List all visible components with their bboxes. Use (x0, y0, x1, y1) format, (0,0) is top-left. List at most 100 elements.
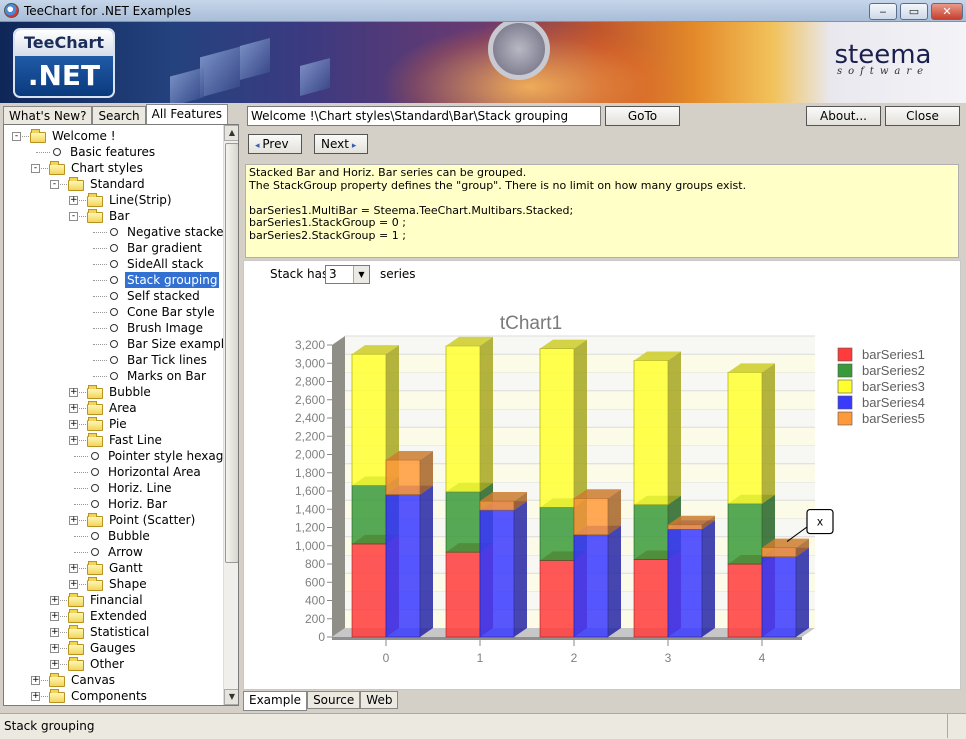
tree-item[interactable]: - Chart styles (4, 160, 223, 176)
bar-face[interactable] (445, 345, 481, 493)
scroll-thumb[interactable] (225, 143, 238, 563)
bar-face[interactable] (539, 560, 575, 638)
tree-item[interactable]: Arrow (4, 544, 223, 560)
expand-icon[interactable]: + (69, 420, 78, 429)
next-button[interactable]: Next ▸ (314, 134, 368, 154)
expand-icon[interactable]: + (69, 196, 78, 205)
tree-item[interactable]: Horizontal Area (4, 464, 223, 480)
path-input[interactable]: Welcome !\Chart styles\Standard\Bar\Stac… (247, 106, 601, 126)
bar-face[interactable] (727, 503, 763, 565)
tree-item[interactable]: + Gantt (4, 560, 223, 576)
expand-icon[interactable]: + (50, 628, 59, 637)
tab-search[interactable]: Search (92, 106, 146, 125)
scroll-down-icon[interactable]: ▼ (224, 689, 238, 705)
bar-chart[interactable]: 0 200 400 600 800 1,000 1,200 1,400 1,600 1,800 2,… (244, 261, 960, 689)
expand-icon[interactable]: + (69, 580, 78, 589)
tree-item[interactable]: + Line(Strip) (4, 192, 223, 208)
bar-face[interactable] (667, 524, 703, 530)
tree-item[interactable]: + Other (4, 656, 223, 672)
collapse-icon[interactable]: - (69, 212, 78, 221)
bar-face[interactable] (633, 559, 669, 638)
tree-item[interactable]: - Bar (4, 208, 223, 224)
goto-button[interactable]: GoTo (605, 106, 680, 126)
tree-item[interactable]: + Gauges (4, 640, 223, 656)
bar-face[interactable] (445, 551, 481, 638)
bar-face[interactable] (539, 348, 575, 508)
bar-face[interactable] (633, 360, 669, 505)
scroll-up-icon[interactable]: ▲ (224, 125, 238, 141)
bar-face[interactable] (351, 353, 387, 486)
expand-icon[interactable]: + (69, 388, 78, 397)
bar-face[interactable] (479, 509, 515, 638)
expand-icon[interactable]: + (69, 516, 78, 525)
collapse-icon[interactable]: - (50, 180, 59, 189)
tree-item[interactable]: + Components (4, 688, 223, 704)
tree-item[interactable]: - Welcome ! (4, 128, 223, 144)
tree-item[interactable]: + Area (4, 400, 223, 416)
tree-item[interactable]: Bubble (4, 528, 223, 544)
tree-item[interactable]: + Fast Line (4, 432, 223, 448)
tree-item[interactable]: - Standard (4, 176, 223, 192)
tree-item[interactable]: Negative stacked (4, 224, 223, 240)
tree-item[interactable]: + Bubble (4, 384, 223, 400)
bar-face[interactable] (385, 494, 421, 638)
chevron-down-icon[interactable]: ▼ (353, 266, 369, 283)
stack-count-select[interactable]: 3 ▼ (325, 265, 370, 284)
prev-button[interactable]: ◂ Prev (248, 134, 302, 154)
bar-face[interactable] (351, 543, 387, 638)
tree-item[interactable]: SideAll stack (4, 256, 223, 272)
expand-icon[interactable]: + (69, 436, 78, 445)
bar-face[interactable] (445, 491, 481, 553)
expand-icon[interactable]: + (50, 644, 59, 653)
tab-source[interactable]: Source (307, 691, 361, 709)
maximize-button[interactable]: ▭ (900, 3, 928, 20)
tree-item[interactable]: Marks on Bar (4, 368, 223, 384)
tree-item[interactable]: Basic features (4, 144, 223, 160)
collapse-icon[interactable]: - (12, 132, 21, 141)
bar-face[interactable] (351, 485, 387, 545)
expand-icon[interactable]: + (50, 596, 59, 605)
tree-scrollbar[interactable]: ▲ ▼ (223, 125, 238, 705)
bar-face[interactable] (479, 500, 515, 511)
minimize-button[interactable]: ‒ (869, 3, 897, 20)
tree-item[interactable]: Bar gradient (4, 240, 223, 256)
close-window-button[interactable]: ✕ (931, 3, 963, 20)
tree-item[interactable]: Horiz. Bar (4, 496, 223, 512)
tab-web[interactable]: Web (360, 691, 399, 709)
bar-face[interactable] (573, 498, 609, 536)
collapse-icon[interactable]: - (31, 164, 40, 173)
tree-item[interactable]: Stack grouping (4, 272, 223, 288)
bar-face[interactable] (727, 372, 763, 505)
bar-face[interactable] (761, 556, 797, 638)
close-button[interactable]: Close (885, 106, 960, 126)
tree-item[interactable]: Bar Tick lines (4, 352, 223, 368)
tree-item[interactable]: + Point (Scatter) (4, 512, 223, 528)
bar-face[interactable] (761, 547, 797, 558)
bar-face[interactable] (667, 529, 703, 638)
tree-item[interactable]: + Statistical (4, 624, 223, 640)
expand-icon[interactable]: + (50, 612, 59, 621)
bar-face[interactable] (573, 534, 609, 638)
tree-item[interactable]: + Canvas (4, 672, 223, 688)
expand-icon[interactable]: + (50, 660, 59, 669)
tree-item[interactable]: + Extended (4, 608, 223, 624)
expand-icon[interactable]: + (69, 404, 78, 413)
bar-face[interactable] (539, 507, 575, 561)
about-button[interactable]: About... (806, 106, 881, 126)
bar-face[interactable] (727, 563, 763, 638)
tree-item[interactable]: Horiz. Line (4, 480, 223, 496)
tab-example[interactable]: Example (243, 691, 308, 711)
tree-item[interactable]: Bar Size example (4, 336, 223, 352)
tree-item[interactable]: Cone Bar style (4, 304, 223, 320)
tree-item[interactable]: + Shape (4, 576, 223, 592)
tree-item[interactable]: + Financial (4, 592, 223, 608)
bar-face[interactable] (633, 504, 669, 560)
tree-item[interactable]: + Pie (4, 416, 223, 432)
tree-item[interactable]: Brush Image (4, 320, 223, 336)
tree-item[interactable]: Pointer style hexagon (4, 448, 223, 464)
expand-icon[interactable]: + (69, 564, 78, 573)
expand-icon[interactable]: + (31, 676, 40, 685)
expand-icon[interactable]: + (31, 692, 40, 701)
tab-whats-new[interactable]: What's New? (3, 106, 93, 125)
bar-face[interactable] (385, 459, 421, 495)
